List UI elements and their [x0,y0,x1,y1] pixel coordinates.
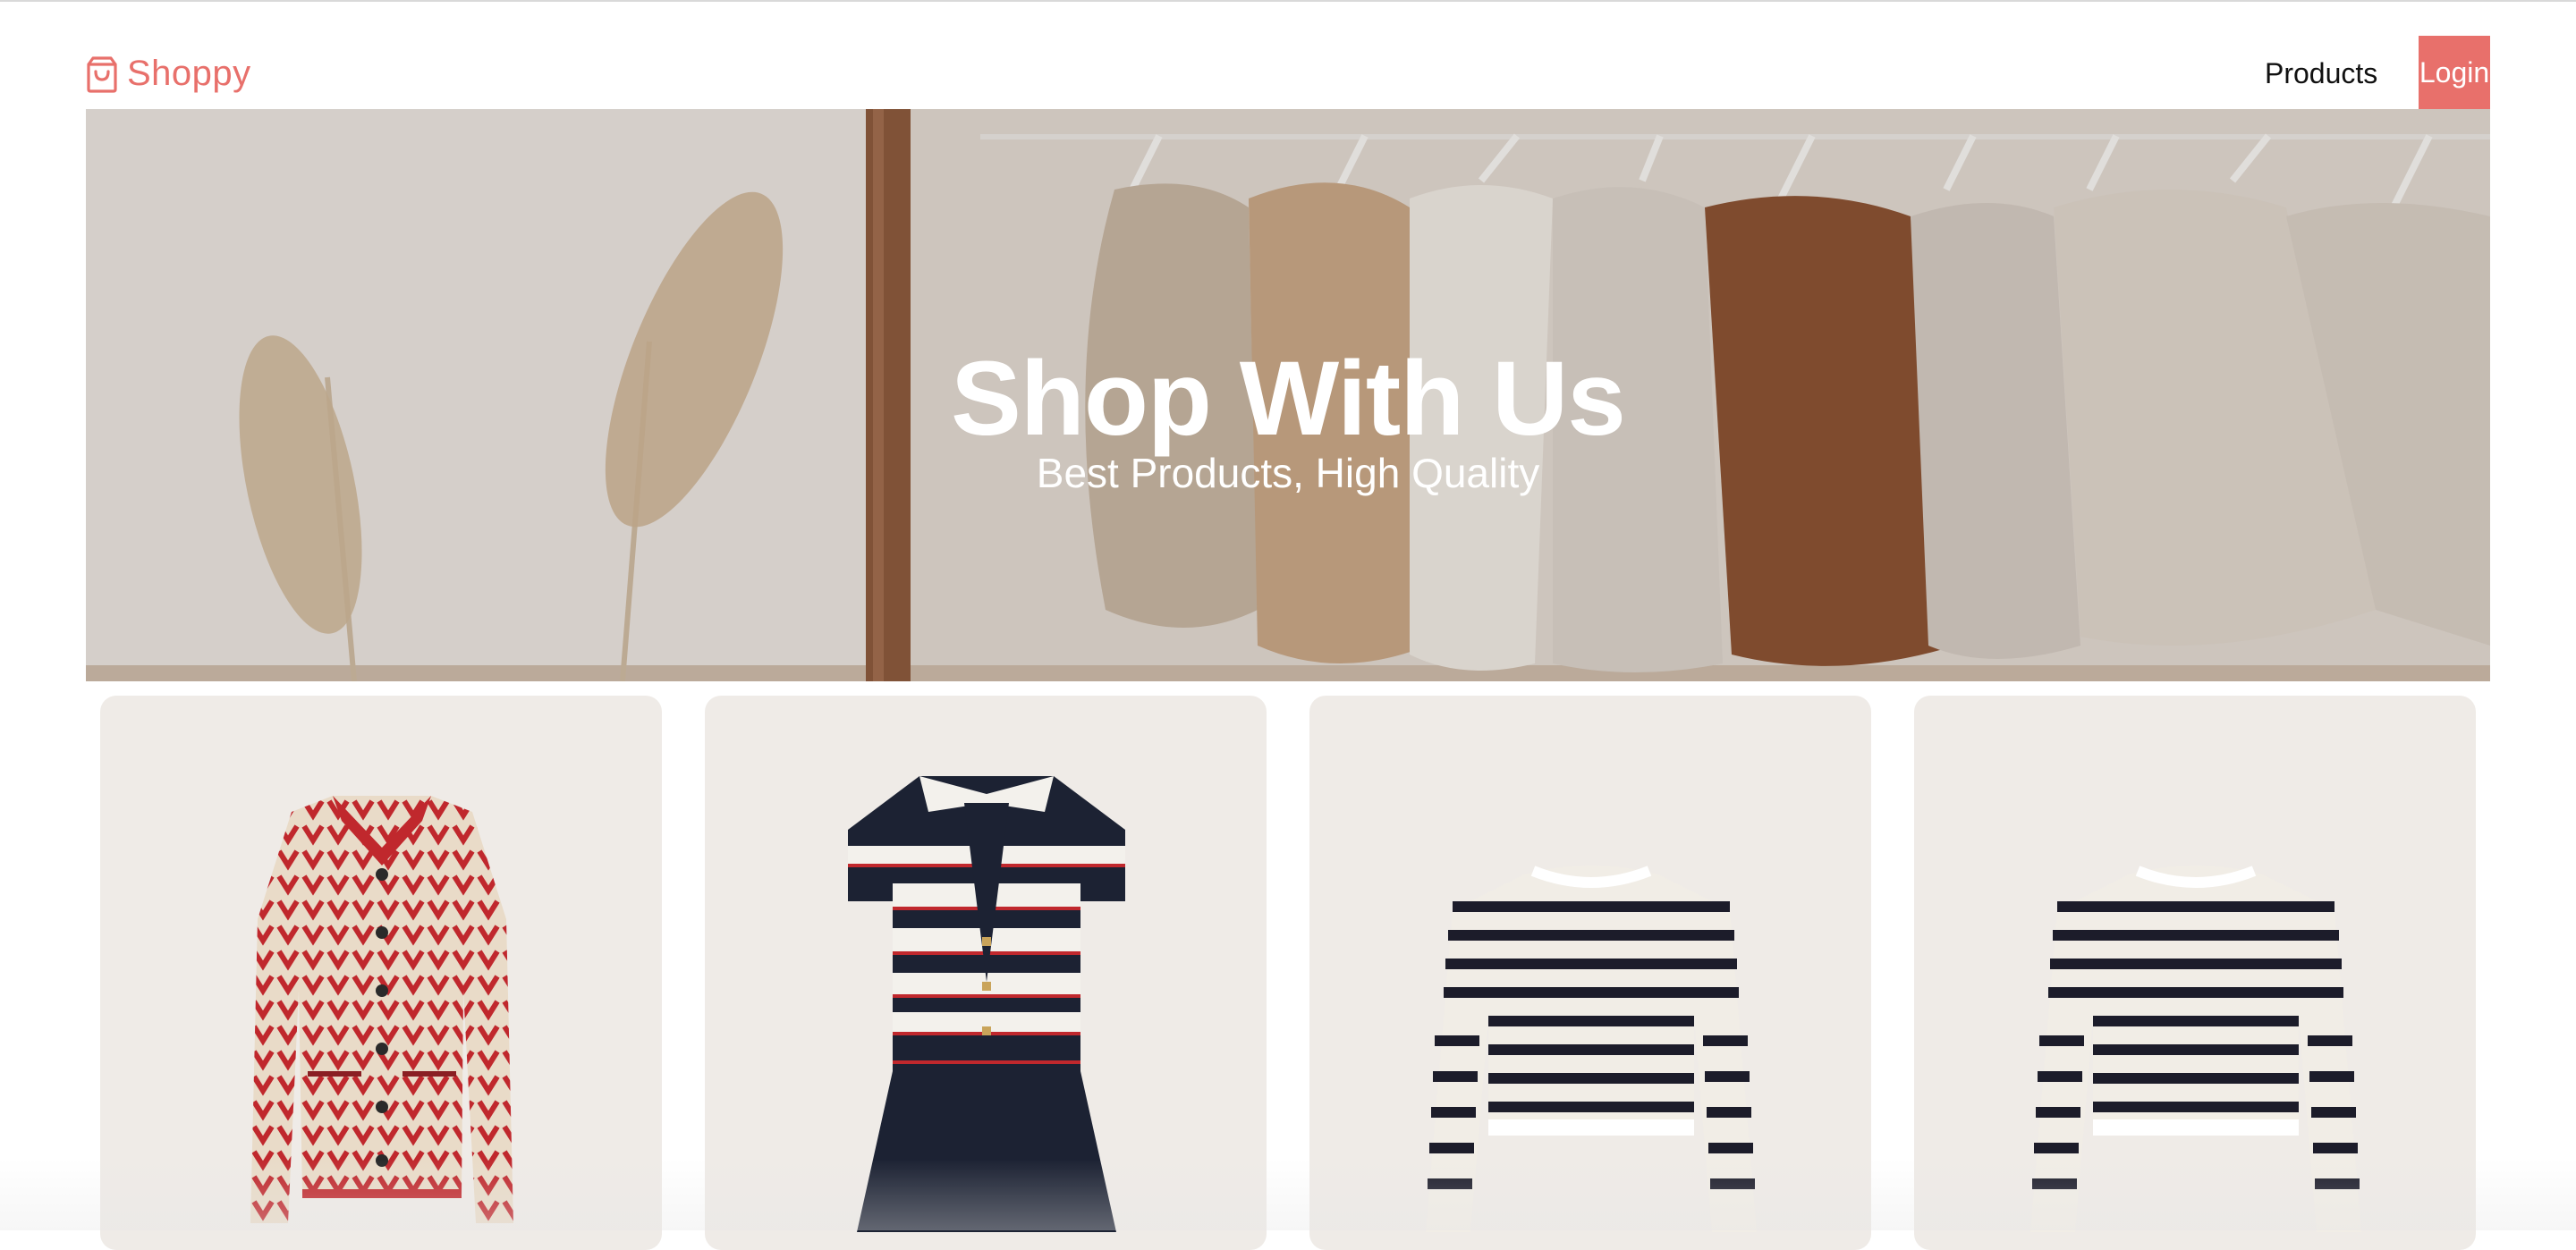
brand-name: Shoppy [127,54,251,93]
product-image-striped-dress [848,776,1125,1232]
shopping-bag-icon [87,55,117,93]
product-card[interactable] [100,696,662,1250]
product-card[interactable] [1309,696,1871,1250]
product-image-striped-sweater [1426,866,1757,1232]
window-top-border [0,0,2576,2]
hero-title: Shop With Us [951,340,1626,458]
login-button[interactable]: Login [2419,36,2490,109]
hero-banner: Shop With Us Best Products, High Quality [86,109,2490,681]
product-image-red-jacket [250,796,513,1223]
product-image-striped-sweater [2030,866,2361,1232]
product-card[interactable] [705,696,1267,1250]
site-header: Shoppy Products Login [86,36,2490,109]
nav-link-products[interactable]: Products [2265,57,2377,90]
product-grid [100,696,2476,1250]
product-card[interactable] [1914,696,2476,1250]
hero-subtitle: Best Products, High Quality [1036,450,1540,496]
brand-logo[interactable]: Shoppy [86,54,251,94]
